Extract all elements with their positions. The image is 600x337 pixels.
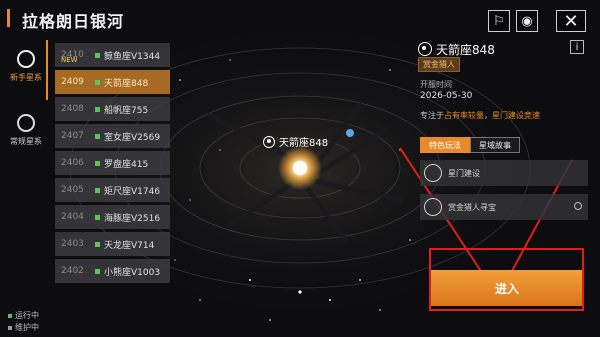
galaxy-name: 天箭座848 — [104, 78, 149, 89]
tab-label: 新手星系 — [10, 73, 42, 82]
focus-link-1[interactable]: 占有率较量 — [444, 111, 484, 120]
feature-item-stargate[interactable]: 星门建设 — [420, 160, 588, 186]
galaxy-number: 2404 — [61, 212, 84, 222]
tab-story[interactable]: 星域故事 — [470, 137, 520, 153]
galaxy-list-item[interactable]: 2408 船帆座755 — [55, 97, 170, 121]
galaxy-list-item[interactable]: 2405 矩尺座V1746 — [55, 178, 170, 202]
galaxy-number: 2409 — [61, 77, 84, 87]
detail-galaxy-name: 天箭座848 — [436, 43, 495, 57]
galaxy-number: 2405 — [61, 185, 84, 195]
focus-link-2[interactable]: 星门建设竞速 — [492, 111, 540, 120]
new-badge: NEW — [61, 56, 78, 64]
galaxy-list-item[interactable]: 2406 罗盘座415 — [55, 151, 170, 175]
info-icon: i — [575, 41, 579, 53]
status-dot — [95, 268, 100, 274]
bounty-icon — [424, 198, 442, 216]
stargate-icon — [424, 164, 442, 182]
annotation-highlight-box — [429, 248, 584, 311]
pin-button[interactable]: ⚐ — [488, 10, 510, 32]
target-icon — [263, 135, 275, 148]
tab-label: 常规星系 — [10, 137, 42, 146]
galaxy-number: 2407 — [61, 131, 84, 141]
planet-label[interactable]: 天箭座848 — [263, 134, 328, 149]
status-badge: 赏金猎人 — [418, 57, 460, 72]
legend-running: 运行中 — [8, 310, 39, 321]
feature-item-treasure[interactable]: 赏金猎人寻宝 — [420, 194, 588, 220]
status-dot — [95, 187, 100, 193]
legend-label: 运行中 — [15, 311, 39, 320]
galaxy-number: 2406 — [61, 158, 84, 168]
galaxy-list-item[interactable]: 2403 天龙座V714 — [55, 232, 170, 256]
galaxy-name: 小熊座V1003 — [104, 267, 161, 278]
legend-swatch — [8, 325, 12, 330]
pin-icon: ⚐ — [493, 13, 505, 29]
galaxy-name: 罗盘座415 — [104, 159, 149, 170]
galaxy-list-item[interactable]: 2410 NEW 鲸鱼座V1344 — [55, 43, 170, 67]
status-dot — [95, 214, 100, 220]
visibility-button[interactable]: ◉ — [516, 10, 538, 32]
galaxy-list[interactable]: 2410 NEW 鲸鱼座V1344 2409 天箭座848 2408 船帆座75… — [55, 43, 170, 286]
status-dot — [95, 241, 100, 247]
galaxy-icon — [17, 114, 35, 132]
planet-name: 天箭座848 — [279, 138, 329, 149]
feature-label: 赏金猎人寻宝 — [448, 202, 496, 212]
sidebar-active-indicator — [46, 40, 48, 100]
page-title: 拉格朗日银河 — [22, 12, 125, 31]
close-icon: ✕ — [563, 10, 579, 32]
galaxy-list-item[interactable]: 2402 小熊座V1003 — [55, 259, 170, 283]
tab-newbie-galaxy[interactable]: 新手星系 — [6, 50, 46, 98]
galaxy-list-item-selected[interactable]: 2409 天箭座848 — [55, 70, 170, 94]
tab-regular-galaxy[interactable]: 常规星系 — [6, 114, 46, 162]
status-dot — [95, 52, 100, 58]
galaxy-list-item[interactable]: 2404 海豚座V2516 — [55, 205, 170, 229]
close-button[interactable]: ✕ — [556, 10, 586, 32]
status-dot — [95, 133, 100, 139]
search-icon[interactable] — [574, 202, 582, 210]
status-dot — [95, 79, 100, 85]
galaxy-name: 船帆座755 — [104, 105, 149, 116]
legend-swatch — [8, 313, 12, 318]
galaxy-list-item[interactable]: 2407 室女座V2569 — [55, 124, 170, 148]
status-dot — [95, 160, 100, 166]
open-date: 2026-05-30 — [420, 91, 473, 101]
galaxy-number: 2403 — [61, 239, 84, 249]
info-button[interactable]: i — [570, 40, 584, 54]
galaxy-name: 天龙座V714 — [104, 240, 155, 251]
galaxy-name: 室女座V2569 — [104, 132, 161, 143]
legend-label: 维护中 — [15, 323, 39, 332]
galaxy-name: 海豚座V2516 — [104, 213, 161, 224]
galaxy-name: 矩尺座V1746 — [104, 186, 161, 197]
galaxy-number: 2408 — [61, 104, 84, 114]
galaxy-icon — [17, 50, 35, 68]
detail-tabs: 特色玩法 星域故事 — [420, 137, 520, 153]
legend-maintenance: 维护中 — [8, 322, 39, 333]
eye-icon: ◉ — [521, 13, 533, 29]
open-time-label: 开服时间 — [420, 80, 452, 89]
tab-features[interactable]: 特色玩法 — [420, 137, 470, 153]
galaxy-name: 鲸鱼座V1344 — [104, 51, 161, 62]
title-accent-bar — [7, 9, 10, 27]
feature-label: 星门建设 — [448, 168, 480, 178]
focus-description: 专注于占有率较量，星门建设竞速 — [420, 111, 540, 120]
status-dot — [95, 106, 100, 112]
galaxy-number: 2402 — [61, 266, 84, 276]
